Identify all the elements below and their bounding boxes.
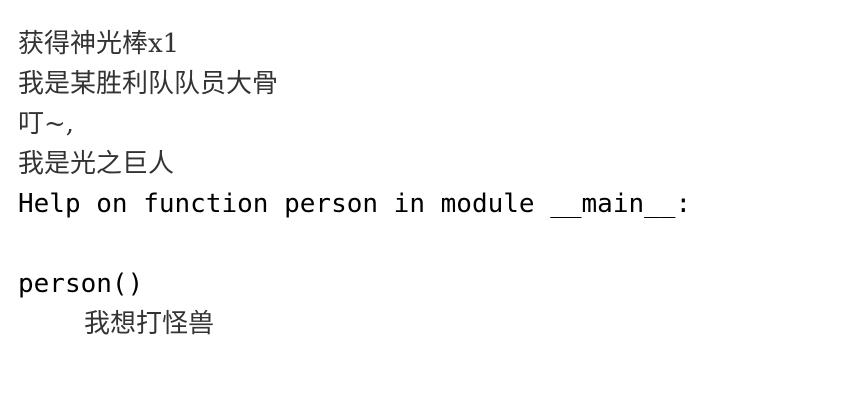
docstring-line: 我想打怪兽 (84, 309, 215, 339)
output-line-2: 我是某胜利队队员大骨 (18, 69, 279, 99)
output-line-4: 我是光之巨人 (18, 149, 175, 179)
output-line-3: 叮~, (18, 109, 75, 139)
help-header-line: Help on function person in module __main… (18, 189, 692, 219)
console-output: 获得神光棒x1 我是某胜利队队员大骨 叮~, 我是光之巨人 Help on fu… (18, 24, 838, 404)
output-line-1: 获得神光棒x1 (18, 29, 180, 59)
function-signature-line: person() (18, 269, 144, 299)
